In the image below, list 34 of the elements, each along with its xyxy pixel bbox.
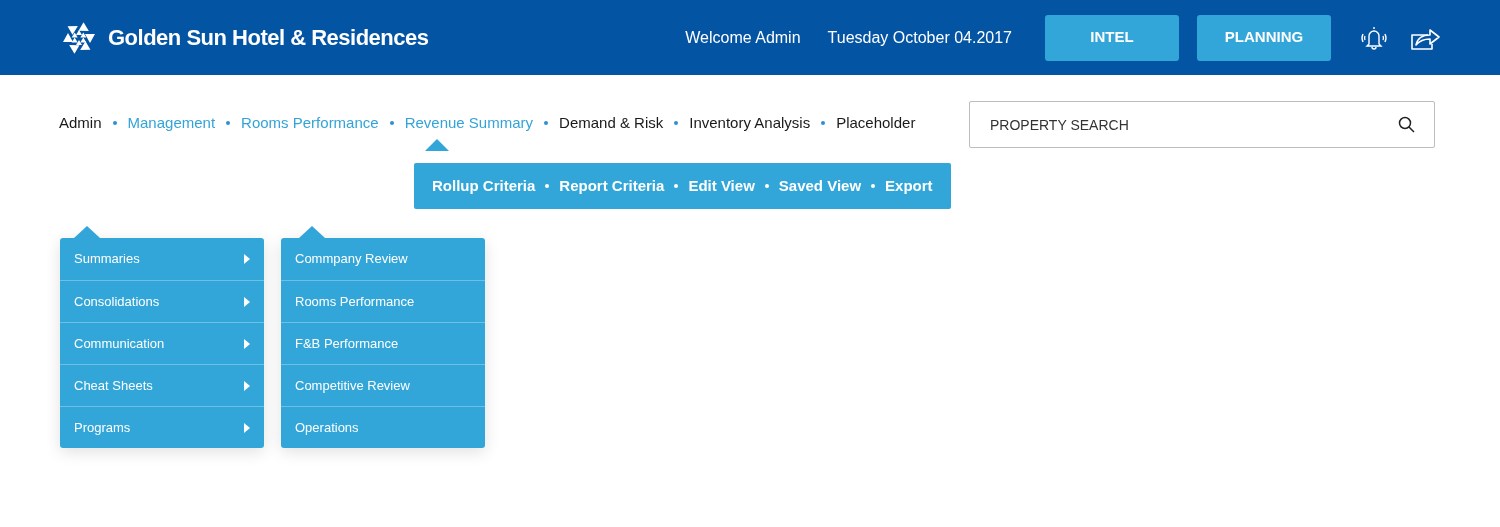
submenu-item[interactable]: F&B Performance (281, 322, 485, 364)
nav-link[interactable]: Inventory Analysis (689, 114, 811, 131)
caret-right-icon (244, 338, 250, 349)
submenu-item[interactable]: Rooms Performance (281, 280, 485, 322)
property-search-field[interactable]: PROPERTY SEARCH (969, 101, 1435, 148)
sub-nav-link[interactable]: Report Criteria (559, 174, 665, 198)
sub-nav-link[interactable]: Rollup Criteria (432, 174, 536, 198)
sub-nav-link[interactable]: Saved View (778, 174, 862, 198)
submenu-item[interactable]: Competitive Review (281, 364, 485, 406)
menu-item[interactable]: Consolidations (60, 280, 264, 322)
caret-right-icon (244, 296, 250, 307)
header-button[interactable]: PLANNING (1197, 14, 1331, 61)
nav-link[interactable]: Rooms Performance (241, 114, 379, 131)
submenu-item[interactable]: Commpany Review (281, 238, 485, 280)
sub-nav-link[interactable]: Export (885, 174, 933, 198)
caret-right-icon (244, 254, 250, 264)
menu-item[interactable]: Cheat Sheets (60, 364, 264, 406)
menu-item[interactable]: Programs (60, 406, 264, 448)
nav-link[interactable]: Admin (59, 114, 102, 131)
caret-right-icon (244, 380, 250, 391)
menu-item[interactable]: Communication (60, 322, 264, 364)
nav-link[interactable]: Placeholder (836, 114, 916, 131)
search-icon[interactable] (1398, 116, 1415, 133)
submenu-item[interactable]: Operations (281, 406, 485, 448)
nav-link[interactable]: Management (127, 114, 216, 131)
nav-link[interactable]: Demand & Risk (559, 114, 664, 131)
sub-nav-link[interactable]: Edit View (688, 174, 755, 198)
menu-item[interactable]: Summaries (60, 238, 264, 280)
header-button[interactable]: INTEL (1045, 14, 1179, 61)
welcome-text: Welcome Admin (685, 27, 801, 48)
caret-right-icon (244, 422, 250, 433)
hotel-title: Golden Sun Hotel & Residences (108, 24, 429, 52)
date-text: Tuesday October 04.2017 (827, 27, 1012, 48)
nav-link[interactable]: Revenue Summary (404, 114, 534, 131)
